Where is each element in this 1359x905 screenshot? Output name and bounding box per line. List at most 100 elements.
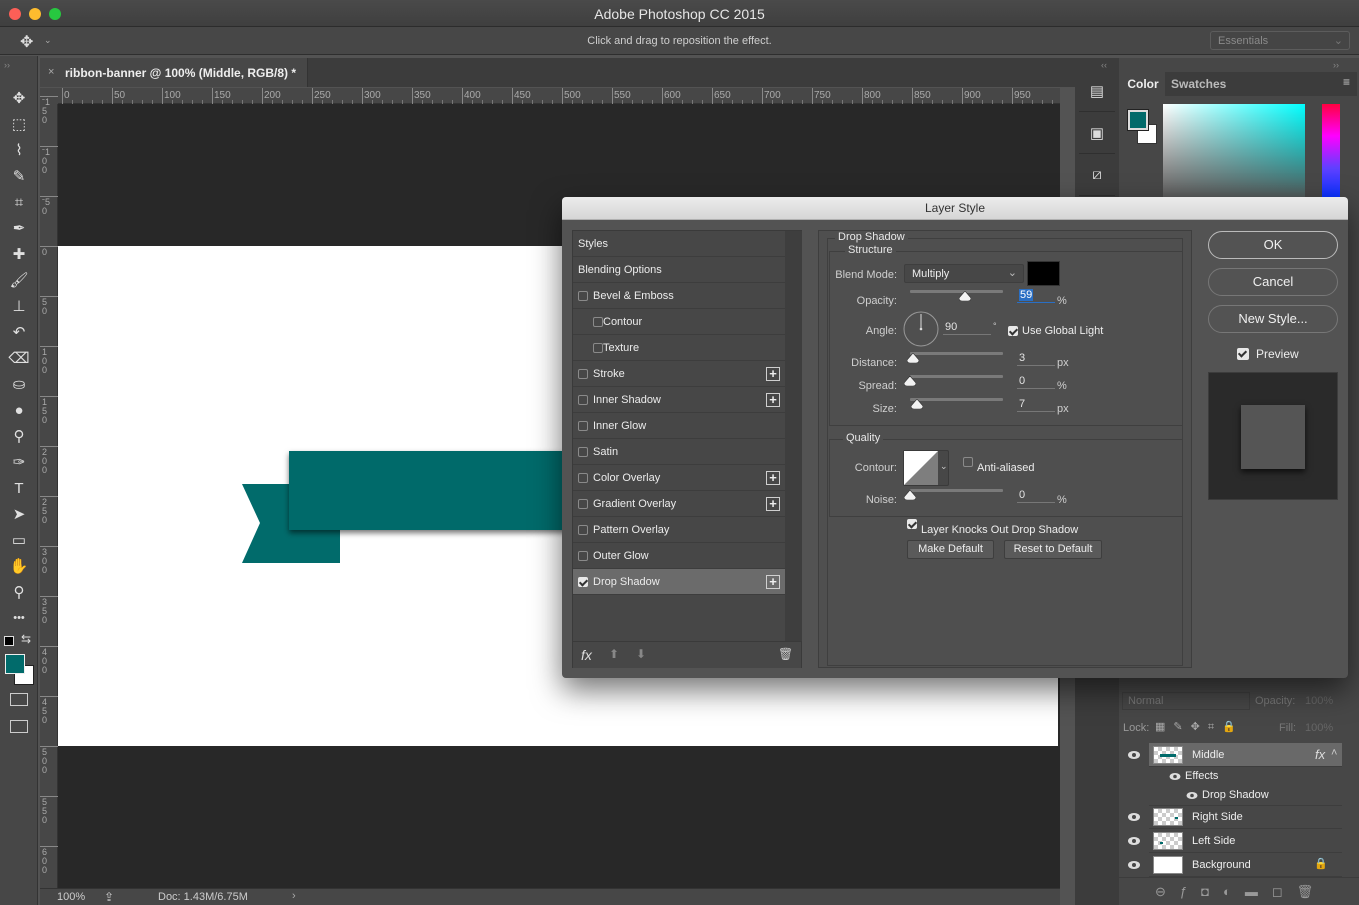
style-checkbox[interactable] bbox=[578, 421, 588, 431]
history-panel-icon[interactable]: ▤ bbox=[1079, 72, 1115, 112]
layer-right-side[interactable]: Right Side bbox=[1149, 805, 1342, 829]
use-global-light-checkbox[interactable] bbox=[1008, 326, 1018, 336]
distance-slider[interactable] bbox=[910, 352, 1003, 355]
blur-tool-icon[interactable]: ● bbox=[6, 398, 32, 422]
foreground-color-swatch[interactable] bbox=[5, 654, 25, 674]
swap-colors-icon[interactable]: ⇆ bbox=[21, 632, 31, 646]
quick-mask-icon[interactable] bbox=[10, 693, 28, 706]
style-item-inner-shadow[interactable]: Inner Shadow + bbox=[573, 387, 785, 413]
style-item-color-overlay[interactable]: Color Overlay + bbox=[573, 465, 785, 491]
drop-shadow-eye-icon[interactable] bbox=[1186, 791, 1198, 800]
style-item-contour[interactable]: Contour bbox=[573, 309, 785, 335]
style-checkbox[interactable] bbox=[578, 551, 588, 561]
style-checkbox[interactable] bbox=[578, 499, 588, 509]
visibility-eye-icon[interactable] bbox=[1127, 812, 1141, 822]
visibility-eye-icon[interactable] bbox=[1127, 860, 1141, 870]
noise-input[interactable]: 0 bbox=[1017, 489, 1055, 503]
add-instance-icon[interactable]: + bbox=[766, 393, 780, 407]
layer-opacity-value[interactable]: 100% bbox=[1305, 695, 1333, 707]
layer-middle[interactable]: Middle fx ˄ bbox=[1149, 743, 1342, 767]
more-tools-icon[interactable]: ••• bbox=[6, 606, 32, 630]
style-checkbox[interactable] bbox=[593, 343, 603, 353]
style-checkbox[interactable] bbox=[578, 395, 588, 405]
rectangle-tool-icon[interactable]: ▭ bbox=[6, 528, 32, 552]
style-item-stroke[interactable]: Stroke + bbox=[573, 361, 785, 387]
ok-button[interactable]: OK bbox=[1208, 231, 1338, 259]
style-item-inner-glow[interactable]: Inner Glow bbox=[573, 413, 785, 439]
layer-blend-mode-select[interactable]: Normal bbox=[1122, 692, 1250, 710]
visibility-eye-icon[interactable] bbox=[1127, 750, 1141, 760]
style-checkbox[interactable] bbox=[578, 577, 588, 587]
horizontal-ruler[interactable]: 0 50 100 150 200 250 300 350 400 450 500 550 600 650 7… bbox=[58, 88, 1060, 104]
clone-stamp-tool-icon[interactable]: ⊥ bbox=[6, 294, 32, 318]
expand-panels-icon[interactable]: ›› bbox=[1333, 60, 1339, 70]
lasso-tool-icon[interactable]: ⌇ bbox=[6, 138, 32, 162]
knockout-checkbox[interactable] bbox=[907, 519, 917, 529]
delete-effect-icon[interactable]: 🗑 bbox=[778, 647, 793, 661]
lock-icons[interactable]: ▦✎✥⌗🔒 bbox=[1155, 720, 1244, 734]
move-tool-icon[interactable]: ✥ bbox=[6, 86, 32, 110]
hand-tool-icon[interactable]: ✋ bbox=[6, 554, 32, 578]
angle-dial[interactable] bbox=[903, 311, 939, 347]
style-item-satin[interactable]: Satin bbox=[573, 439, 785, 465]
collapse-tools-icon[interactable]: ›› bbox=[4, 60, 10, 70]
style-item-styles[interactable]: Styles bbox=[573, 231, 785, 257]
styles-list-scrollbar[interactable] bbox=[785, 231, 802, 641]
contour-picker[interactable]: ⌄ bbox=[903, 450, 949, 486]
style-checkbox[interactable] bbox=[578, 473, 588, 483]
shadow-color-swatch[interactable] bbox=[1027, 261, 1060, 286]
color-panel-foreground-swatch[interactable] bbox=[1127, 109, 1149, 131]
paths-panel-icon[interactable]: ⧄ bbox=[1079, 156, 1115, 196]
screen-mode-icon[interactable] bbox=[10, 720, 28, 733]
add-instance-icon[interactable]: + bbox=[766, 367, 780, 381]
angle-input[interactable]: 90 bbox=[943, 321, 991, 335]
share-icon[interactable]: ⇪ bbox=[104, 890, 114, 904]
new-style-button[interactable]: New Style... bbox=[1208, 305, 1338, 333]
blend-mode-select[interactable]: Multiply ⌄ bbox=[904, 264, 1024, 283]
style-checkbox[interactable] bbox=[578, 369, 588, 379]
workspace-select[interactable]: Essentials ⌄ bbox=[1210, 31, 1350, 50]
brush-tool-icon[interactable]: 🖌 bbox=[6, 268, 32, 292]
zoom-tool-icon[interactable]: ⚲ bbox=[6, 580, 32, 604]
effects-eye-icon[interactable] bbox=[1169, 772, 1181, 781]
tab-color[interactable]: Color bbox=[1121, 72, 1165, 96]
anti-aliased-checkbox[interactable] bbox=[963, 457, 973, 467]
add-instance-icon[interactable]: + bbox=[766, 575, 780, 589]
preview-checkbox[interactable] bbox=[1237, 348, 1249, 360]
style-item-drop-shadow[interactable]: Drop Shadow + bbox=[573, 569, 785, 595]
vertical-ruler[interactable]: ˉ150 ˉ100 ˉ50 0 50 100 150 200 250 300 350 400 450 50… bbox=[40, 96, 58, 888]
style-checkbox[interactable] bbox=[578, 525, 588, 535]
path-selection-tool-icon[interactable]: ➤ bbox=[6, 502, 32, 526]
document-tab[interactable]: × ribbon-banner @ 100% (Middle, RGB/8) * bbox=[40, 58, 308, 87]
marquee-tool-icon[interactable]: ⬚ bbox=[6, 112, 32, 136]
type-tool-icon[interactable]: T bbox=[6, 476, 32, 500]
style-checkbox[interactable] bbox=[593, 317, 603, 327]
style-item-bevel-emboss[interactable]: Bevel & Emboss bbox=[573, 283, 785, 309]
spread-slider[interactable] bbox=[910, 375, 1003, 378]
fill-value[interactable]: 100% bbox=[1305, 722, 1333, 734]
opacity-slider[interactable] bbox=[910, 290, 1003, 293]
layer-left-side[interactable]: Left Side bbox=[1149, 829, 1342, 853]
noise-slider[interactable] bbox=[910, 489, 1003, 492]
healing-brush-tool-icon[interactable]: ✚ bbox=[6, 242, 32, 266]
style-item-outer-glow[interactable]: Outer Glow bbox=[573, 543, 785, 569]
collapse-effects-icon[interactable]: ˄ bbox=[1331, 747, 1337, 759]
tab-swatches[interactable]: Swatches bbox=[1171, 72, 1226, 96]
make-default-button[interactable]: Make Default bbox=[907, 540, 994, 559]
visibility-eye-icon[interactable] bbox=[1127, 836, 1141, 846]
default-colors-icon[interactable] bbox=[4, 636, 14, 646]
fx-icon[interactable]: fx bbox=[1315, 747, 1325, 762]
style-item-gradient-overlay[interactable]: Gradient Overlay + bbox=[573, 491, 785, 517]
style-item-pattern-overlay[interactable]: Pattern Overlay bbox=[573, 517, 785, 543]
layer-background[interactable]: Background 🔒 bbox=[1149, 853, 1342, 877]
spread-input[interactable]: 0 bbox=[1017, 375, 1055, 389]
move-down-icon[interactable]: ⬇ bbox=[636, 647, 646, 661]
pen-tool-icon[interactable]: ✑ bbox=[6, 450, 32, 474]
panel-menu-icon[interactable]: ≡ bbox=[1343, 75, 1350, 89]
add-instance-icon[interactable]: + bbox=[766, 471, 780, 485]
eraser-tool-icon[interactable]: ⌫ bbox=[6, 346, 32, 370]
distance-input[interactable]: 3 bbox=[1017, 352, 1055, 366]
zoom-level[interactable]: 100% bbox=[57, 891, 85, 903]
cancel-button[interactable]: Cancel bbox=[1208, 268, 1338, 296]
move-up-icon[interactable]: ⬆ bbox=[609, 647, 619, 661]
